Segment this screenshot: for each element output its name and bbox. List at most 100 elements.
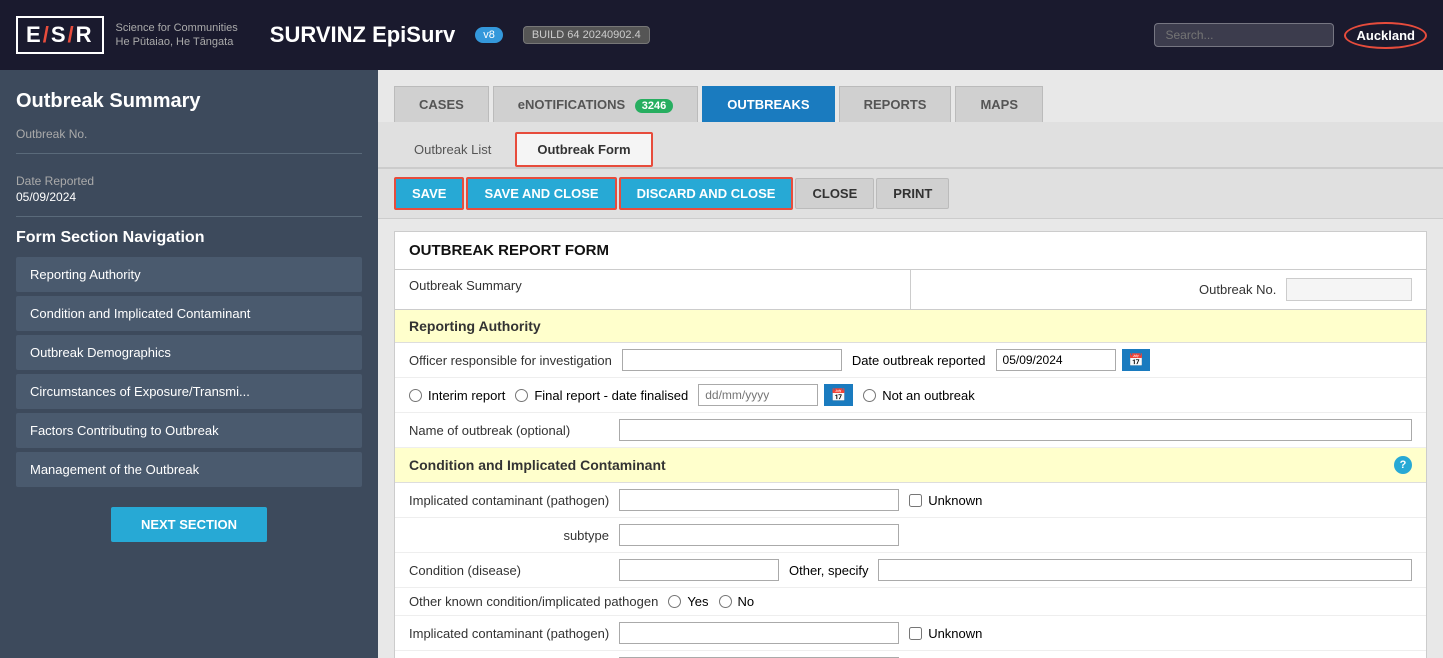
app-title: SURVINZ EpiSurv — [270, 22, 455, 48]
final-date-input[interactable] — [698, 384, 818, 406]
date-reported-label: Date outbreak reported — [852, 353, 986, 368]
main-layout: Outbreak Summary Outbreak No. Date Repor… — [0, 70, 1443, 658]
form-scroll: OUTBREAK REPORT FORM Outbreak Summary Ou… — [378, 219, 1443, 658]
condition-help-icon[interactable]: ? — [1394, 456, 1412, 474]
condition-label1: Condition (disease) — [409, 563, 609, 578]
no-radio-group: No — [719, 594, 755, 609]
yes-label: Yes — [687, 594, 708, 609]
outbreak-no-box — [1286, 278, 1412, 301]
final-radio[interactable] — [515, 389, 528, 402]
print-button[interactable]: PRINT — [876, 178, 949, 209]
subtype-row1: subtype — [395, 518, 1426, 553]
officer-input[interactable] — [622, 349, 842, 371]
nav-item-demographics[interactable]: Outbreak Demographics — [16, 335, 362, 370]
unknown-label2: Unknown — [928, 626, 982, 641]
other-known-row: Other known condition/implicated pathoge… — [395, 588, 1426, 616]
date-reported-cal-icon[interactable]: 📅 — [1122, 349, 1151, 371]
tab-enotifications[interactable]: eNOTIFICATIONS 3246 — [493, 86, 698, 122]
logo-area: E/S/R Science for Communities He Pūtaiao… — [16, 16, 650, 54]
yes-radio-group: Yes — [668, 594, 708, 609]
condition-row1: Condition (disease) Other, specify — [395, 553, 1426, 588]
officer-label: Officer responsible for investigation — [409, 353, 612, 368]
sub-tab-outbreak-form[interactable]: Outbreak Form — [515, 132, 652, 167]
subtype-row2: subtype — [395, 651, 1426, 658]
implicated-row2: Implicated contaminant (pathogen) Unknow… — [395, 616, 1426, 651]
other-specify-input1[interactable] — [878, 559, 1412, 581]
logo-sub1: Science for Communities — [116, 21, 238, 35]
logo: E/S/R — [16, 16, 104, 54]
tab-maps[interactable]: MAPS — [955, 86, 1043, 122]
nav-item-factors[interactable]: Factors Contributing to Outbreak — [16, 413, 362, 448]
sidebar-title: Outbreak Summary — [16, 90, 362, 113]
save-button[interactable]: SAVE — [394, 177, 464, 210]
no-radio[interactable] — [719, 595, 732, 608]
other-known-label: Other known condition/implicated pathoge… — [409, 594, 658, 609]
other-specify-label1: Other, specify — [789, 563, 868, 578]
final-label: Final report - date finalised — [534, 388, 688, 403]
tab-reports[interactable]: REPORTS — [839, 86, 952, 122]
tab-bar: CASES eNOTIFICATIONS 3246 OUTBREAKS REPO… — [378, 70, 1443, 122]
outbreak-no-label: Outbreak No. — [16, 127, 362, 141]
officer-row: Officer responsible for investigation Da… — [395, 343, 1426, 378]
implicated-label2: Implicated contaminant (pathogen) — [409, 626, 609, 641]
unknown-checkbox1[interactable] — [909, 494, 922, 507]
date-reported-label: Date Reported — [16, 174, 362, 188]
final-date-cal-icon[interactable]: 📅 — [824, 384, 853, 406]
interim-label: Interim report — [428, 388, 505, 403]
tab-cases[interactable]: CASES — [394, 86, 489, 122]
yes-radio[interactable] — [668, 595, 681, 608]
implicated-label1: Implicated contaminant (pathogen) — [409, 493, 609, 508]
unknown-label1: Unknown — [928, 493, 982, 508]
not-outbreak-label: Not an outbreak — [882, 388, 975, 403]
final-radio-group: Final report - date finalised — [515, 388, 688, 403]
next-section-button[interactable]: NEXT SECTION — [111, 507, 267, 542]
tab-outbreaks[interactable]: OUTBREAKS — [702, 86, 834, 122]
report-type-row: Interim report Final report - date final… — [395, 378, 1426, 413]
sub-tab-bar: Outbreak List Outbreak Form — [378, 122, 1443, 169]
content-area: CASES eNOTIFICATIONS 3246 OUTBREAKS REPO… — [378, 70, 1443, 658]
nav-section-title: Form Section Navigation — [16, 229, 362, 247]
outbreak-name-input[interactable] — [619, 419, 1412, 441]
unknown-checkbox-group1: Unknown — [909, 493, 982, 508]
version-badge: v8 — [475, 27, 503, 43]
form-container: OUTBREAK REPORT FORM Outbreak Summary Ou… — [394, 231, 1427, 658]
implicated-input1[interactable] — [619, 489, 899, 511]
reporting-authority-title: Reporting Authority — [409, 318, 541, 334]
nav-item-condition[interactable]: Condition and Implicated Contaminant — [16, 296, 362, 331]
unknown-checkbox2[interactable] — [909, 627, 922, 640]
close-button[interactable]: CLOSE — [795, 178, 874, 209]
interim-radio[interactable] — [409, 389, 422, 402]
interim-radio-group: Interim report — [409, 388, 505, 403]
location-badge: Auckland — [1344, 22, 1427, 49]
subtype-label1: subtype — [409, 528, 609, 543]
not-outbreak-radio[interactable] — [863, 389, 876, 402]
date-reported-input[interactable] — [996, 349, 1116, 371]
sub-tab-outbreak-list[interactable]: Outbreak List — [394, 134, 511, 165]
condition-title: Condition and Implicated Contaminant — [409, 457, 666, 473]
outbreak-no-right: Outbreak No. — [910, 270, 1426, 309]
toolbar: SAVE SAVE AND CLOSE DISCARD AND CLOSE CL… — [378, 169, 1443, 219]
nav-item-management[interactable]: Management of the Outbreak — [16, 452, 362, 487]
section-condition: Condition and Implicated Contaminant ? — [395, 448, 1426, 483]
save-close-button[interactable]: SAVE AND CLOSE — [466, 177, 616, 210]
no-label: No — [738, 594, 755, 609]
subtype-input1[interactable] — [619, 524, 899, 546]
section-reporting-authority: Reporting Authority — [395, 310, 1426, 343]
discard-button[interactable]: DISCARD AND CLOSE — [619, 177, 794, 210]
nav-item-reporting[interactable]: Reporting Authority — [16, 257, 362, 292]
nav-right: Auckland — [1154, 22, 1427, 49]
form-header-row: Outbreak Summary Outbreak No. — [395, 270, 1426, 310]
search-input[interactable] — [1154, 23, 1334, 47]
unknown-checkbox-group2: Unknown — [909, 626, 982, 641]
date-reported-value: 05/09/2024 — [16, 190, 362, 204]
form-title: OUTBREAK REPORT FORM — [395, 232, 1426, 270]
outbreak-name-label: Name of outbreak (optional) — [409, 423, 609, 438]
condition-input1[interactable] — [619, 559, 779, 581]
build-badge: BUILD 64 20240902.4 — [523, 26, 650, 44]
implicated-input2[interactable] — [619, 622, 899, 644]
outbreak-summary-label: Outbreak Summary — [395, 270, 910, 309]
outbreak-name-row: Name of outbreak (optional) — [395, 413, 1426, 448]
nav-item-circumstances[interactable]: Circumstances of Exposure/Transmi... — [16, 374, 362, 409]
implicated-row1: Implicated contaminant (pathogen) Unknow… — [395, 483, 1426, 518]
not-outbreak-group: Not an outbreak — [863, 388, 975, 403]
